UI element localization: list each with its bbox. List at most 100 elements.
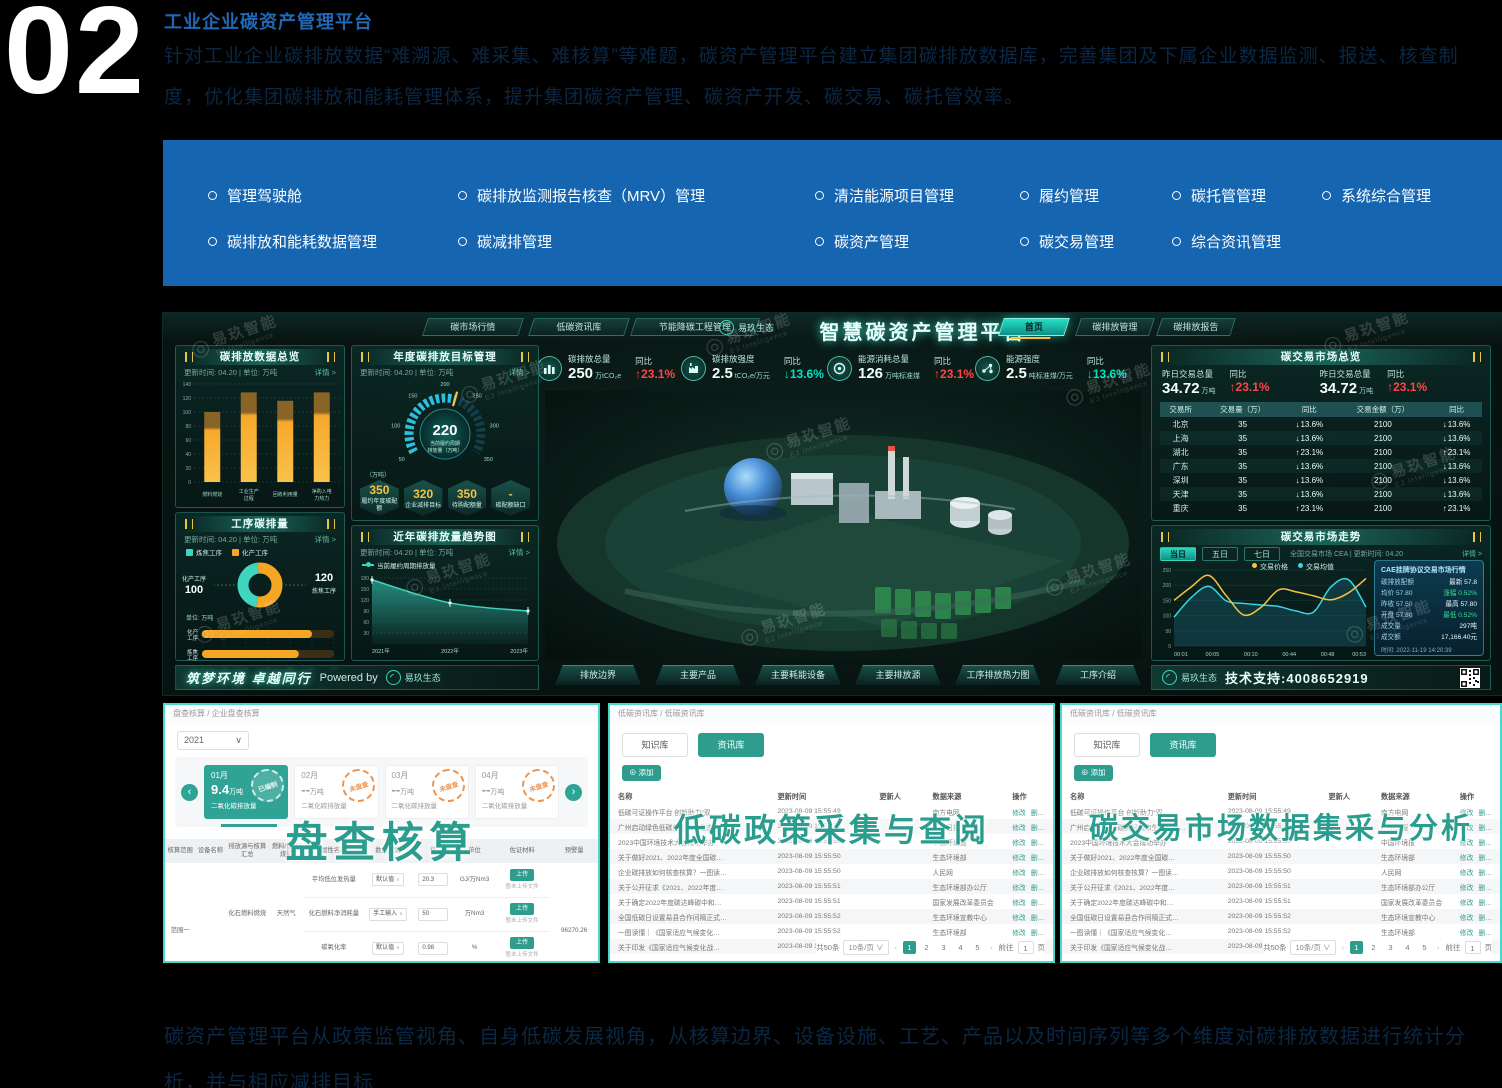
page-number[interactable]: 4 — [954, 941, 967, 954]
news-row[interactable]: 关于做好2021、2022年度全国碳…2023-08-09 15:55:50生态… — [1062, 849, 1500, 864]
edit-link[interactable]: 修改 — [1460, 855, 1474, 862]
goto-page-input[interactable]: 1 — [1018, 941, 1034, 954]
news-row[interactable]: 企业碳排放如何核查核算？一图读…2023-08-09 15:55:50人民网修改… — [1062, 864, 1500, 879]
edit-link[interactable]: 修改 — [1460, 885, 1474, 892]
edit-link[interactable]: 修改 — [1460, 840, 1474, 847]
tab-7day[interactable]: 七日 — [1244, 547, 1280, 561]
edit-link[interactable]: 修改 — [1012, 915, 1026, 922]
scene-btn-process-intro[interactable]: 工序介绍 — [1055, 665, 1141, 685]
edit-link[interactable]: 修改 — [1012, 885, 1026, 892]
month-card[interactable]: 04月 --万吨 二氧化碳排放量 未盘查 — [475, 765, 559, 819]
scene-btn-sources[interactable]: 主要排放源 — [855, 665, 941, 685]
tab-5day[interactable]: 五日 — [1202, 547, 1238, 561]
page-number[interactable]: 4 — [1401, 941, 1414, 954]
per-page-select[interactable]: 10条/页 ∨ — [1290, 940, 1335, 955]
prev-page-button[interactable]: ‹ — [1340, 943, 1347, 952]
nav-emission-mgmt[interactable]: 碳排放管理 — [1075, 318, 1155, 336]
next-month-button[interactable]: › — [565, 784, 582, 801]
edit-link[interactable]: 修改 — [1012, 825, 1026, 832]
delete-link[interactable]: 删除 — [1478, 855, 1492, 862]
page-number[interactable]: 2 — [920, 941, 933, 954]
news-row[interactable]: 关于确定2022年度碳达峰碳中和…2023-08-09 15:55:51国家发展… — [1062, 894, 1500, 909]
edit-link[interactable]: 修改 — [1460, 930, 1474, 937]
detail-link[interactable]: 详情 > — [509, 547, 530, 558]
add-button[interactable]: ⊕ 添加 — [1074, 765, 1113, 781]
edit-link[interactable]: 修改 — [1460, 900, 1474, 907]
delete-link[interactable]: 删除 — [1031, 915, 1045, 922]
tab-news[interactable]: 资讯库 — [698, 733, 764, 757]
delete-link[interactable]: 删除 — [1031, 870, 1045, 877]
year-select[interactable]: 2021∨ — [177, 731, 249, 750]
page-number[interactable]: 1 — [1350, 941, 1363, 954]
page-number[interactable]: 5 — [1418, 941, 1431, 954]
per-page-select[interactable]: 10条/页 ∨ — [843, 940, 888, 955]
value-input[interactable]: 20.3 — [418, 873, 448, 886]
upload-button[interactable]: 上传 — [510, 937, 534, 949]
delete-link[interactable]: 删除 — [1478, 810, 1492, 817]
news-row[interactable]: 广州启动绿色低碳美好城市生态产品…2023-08-09 15:55:50广州日报… — [610, 819, 1053, 834]
delete-link[interactable]: 删除 — [1031, 900, 1045, 907]
news-row[interactable]: 广州启动绿色低碳美好城市生态产品…2023-08-09 15:55:50广州日报… — [1062, 819, 1500, 834]
delete-link[interactable]: 删除 — [1031, 885, 1045, 892]
prev-month-button[interactable]: ‹ — [181, 784, 198, 801]
news-row[interactable]: 关于确定2022年度碳达峰碳中和…2023-08-09 15:55:51国家发展… — [610, 894, 1053, 909]
scene-btn-boundary[interactable]: 排放边界 — [555, 665, 641, 685]
upload-button[interactable]: 上传 — [510, 903, 534, 915]
edit-link[interactable]: 修改 — [1460, 915, 1474, 922]
edit-link[interactable]: 修改 — [1460, 825, 1474, 832]
value-input[interactable]: 0.98 — [418, 942, 448, 955]
delete-link[interactable]: 删除 — [1478, 885, 1492, 892]
nav-lowcarbon-library[interactable]: 低碳资讯库 — [528, 318, 630, 336]
add-button[interactable]: ⊕ 添加 — [622, 765, 661, 781]
nav-carbon-market[interactable]: 碳市场行情 — [422, 318, 524, 336]
month-card[interactable]: 03月 --万吨 二氧化碳排放量 未盘查 — [385, 765, 469, 819]
nav-home[interactable]: 首页 — [998, 318, 1070, 336]
tab-today[interactable]: 当日 — [1160, 547, 1196, 561]
next-page-button[interactable]: › — [1435, 943, 1442, 952]
page-number[interactable]: 2 — [1367, 941, 1380, 954]
news-row[interactable]: 2023中国环境技术大会成功举办2023-08-09 15:55:50中国环境报… — [1062, 834, 1500, 849]
detail-link[interactable]: 详情 > — [1462, 549, 1482, 559]
edit-link[interactable]: 修改 — [1012, 810, 1026, 817]
news-row[interactable]: 一图读懂｜《国家适应气候变化…2023-08-09 15:55:52生态环境部修… — [1062, 924, 1500, 939]
delete-link[interactable]: 删除 — [1031, 855, 1045, 862]
delete-link[interactable]: 删除 — [1031, 825, 1045, 832]
detail-link[interactable]: 详情 > — [509, 367, 530, 378]
next-page-button[interactable]: › — [988, 943, 995, 952]
tab-knowledge[interactable]: 知识库 — [1074, 733, 1140, 757]
news-row[interactable]: 关于公开征求《2021、2022年度…2023-08-09 15:55:51生态… — [1062, 879, 1500, 894]
news-row[interactable]: 全国低碳日设置易县合作间隔正式…2023-08-09 15:55:52生态环境宣… — [1062, 909, 1500, 924]
tab-knowledge[interactable]: 知识库 — [622, 733, 688, 757]
page-number[interactable]: 3 — [937, 941, 950, 954]
edit-link[interactable]: 修改 — [1460, 810, 1474, 817]
delete-link[interactable]: 删除 — [1478, 930, 1492, 937]
detail-link[interactable]: 详情 > — [315, 367, 336, 378]
edit-link[interactable]: 修改 — [1012, 840, 1026, 847]
value-input[interactable]: 50 — [418, 908, 448, 921]
detail-link[interactable]: 详情 > — [315, 534, 336, 545]
scene-btn-products[interactable]: 主要产品 — [655, 665, 741, 685]
edit-link[interactable]: 修改 — [1012, 855, 1026, 862]
nav-emission-report[interactable]: 碳排放报告 — [1156, 318, 1236, 336]
news-row[interactable]: 一图读懂｜《国家适应气候变化…2023-08-09 15:55:52生态环境部修… — [610, 924, 1053, 939]
select-box[interactable]: 默认值∨ — [372, 942, 404, 955]
month-card[interactable]: 02月 --万吨 二氧化碳排放量 未盘查 — [294, 765, 378, 819]
news-row[interactable]: 关于做好2021、2022年度全国碳…2023-08-09 15:55:50生态… — [610, 849, 1053, 864]
news-row[interactable]: 企业碳排放如何核查核算？一图读…2023-08-09 15:55:50人民网修改… — [610, 864, 1053, 879]
delete-link[interactable]: 删除 — [1478, 825, 1492, 832]
news-row[interactable]: 低碳可证操作平台 创新助力“双…2023-08-09 15:55:49南方电网修… — [1062, 804, 1500, 819]
delete-link[interactable]: 删除 — [1478, 840, 1492, 847]
delete-link[interactable]: 删除 — [1031, 930, 1045, 937]
goto-page-input[interactable]: 1 — [1465, 941, 1481, 954]
scene-btn-heatmap[interactable]: 工序排放热力图 — [955, 665, 1041, 685]
news-row[interactable]: 2023中国环境技术大会成功举办2023-08-09 15:55:50中国环境报… — [610, 834, 1053, 849]
delete-link[interactable]: 删除 — [1031, 810, 1045, 817]
news-row[interactable]: 关于公开征求《2021、2022年度…2023-08-09 15:55:51生态… — [610, 879, 1053, 894]
month-card[interactable]: 01月 9.4万吨 二氧化碳排放量 已编制 — [204, 765, 288, 819]
upload-button[interactable]: 上传 — [510, 869, 534, 881]
news-row[interactable]: 全国低碳日设置易县合作间隔正式…2023-08-09 15:55:52生态环境宣… — [610, 909, 1053, 924]
page-number[interactable]: 5 — [971, 941, 984, 954]
delete-link[interactable]: 删除 — [1478, 915, 1492, 922]
tab-news[interactable]: 资讯库 — [1150, 733, 1216, 757]
select-box[interactable]: 手工输入∨ — [369, 908, 407, 921]
